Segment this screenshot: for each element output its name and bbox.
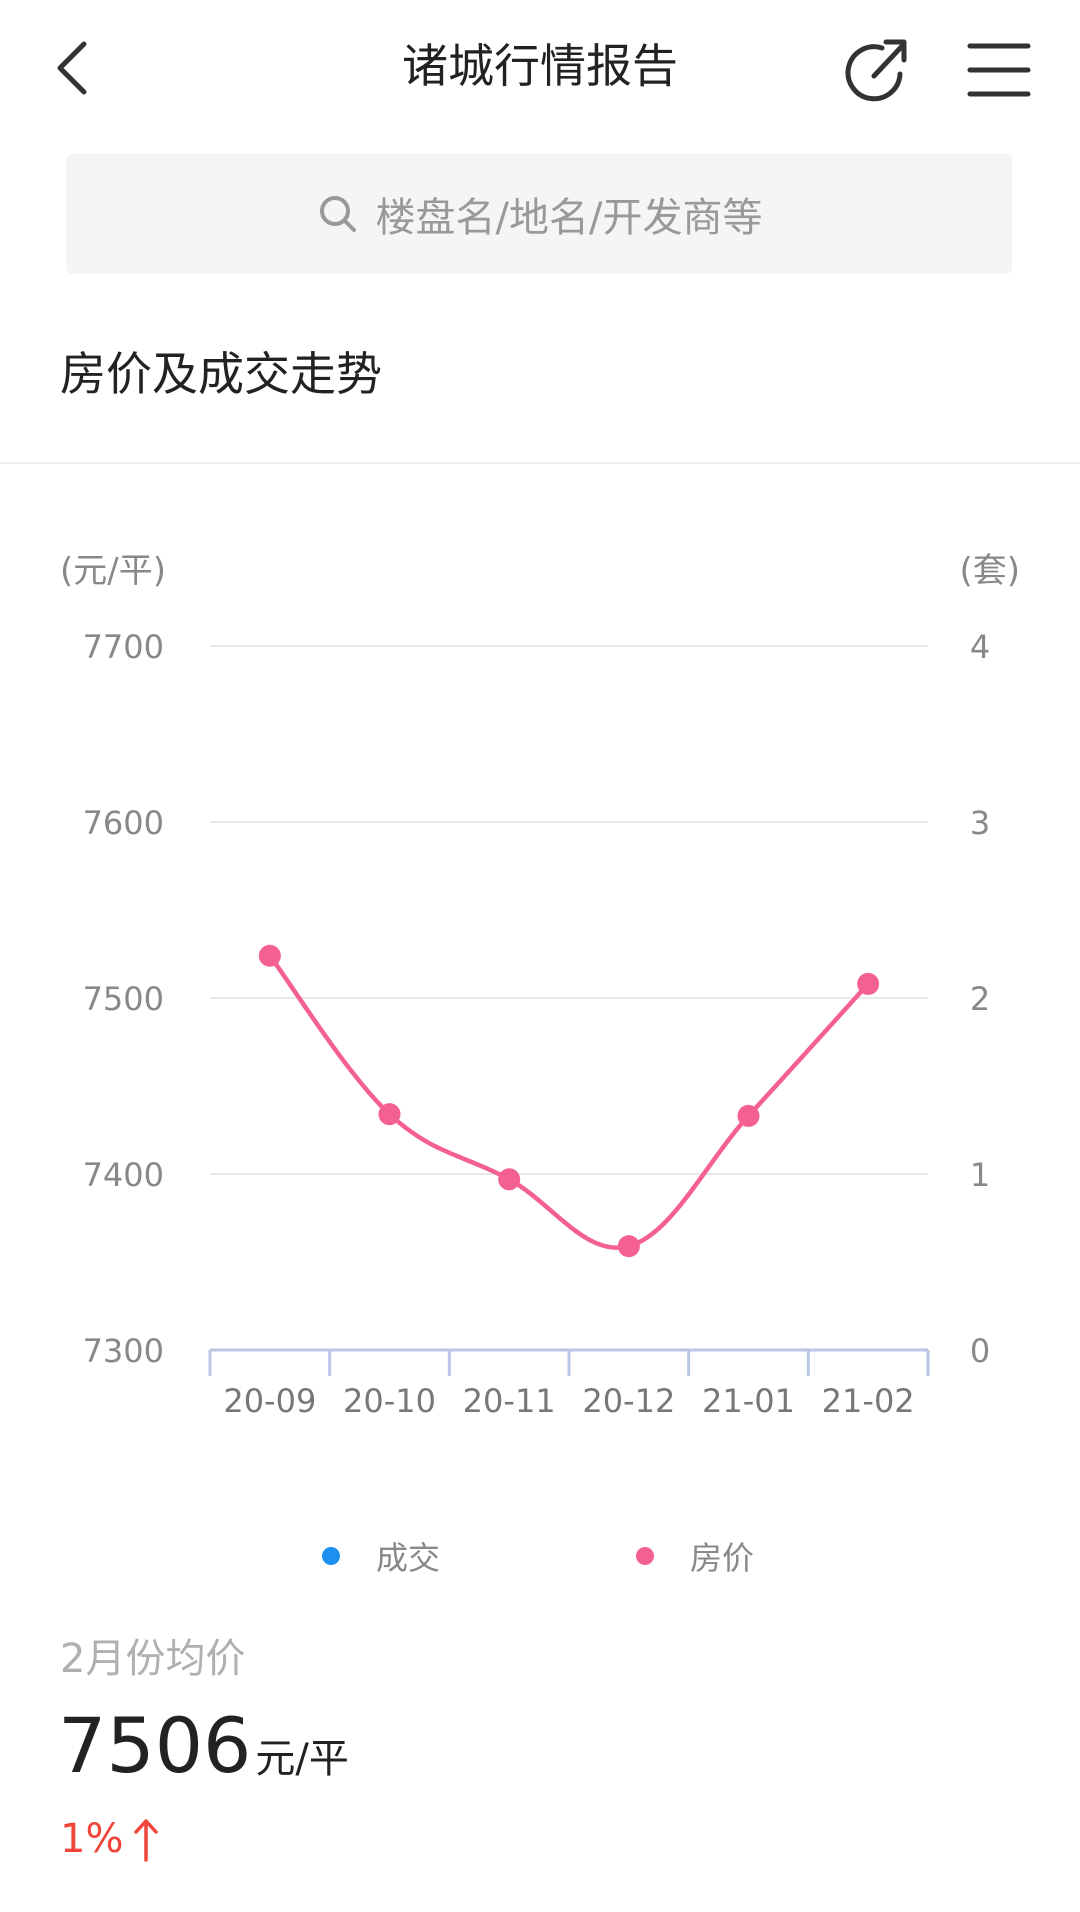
x-tick-label: 20-12 bbox=[582, 1382, 675, 1420]
chart-svg: (元/平) (套) 7700 4 7600 3 7500 2 7400 1 7300 0 20-09 20… bbox=[60, 551, 1020, 1420]
price-series-line bbox=[267, 953, 871, 1250]
share-button[interactable] bbox=[838, 30, 918, 110]
price-data-point bbox=[378, 1103, 401, 1126]
average-price-value: 7506 bbox=[58, 1701, 252, 1790]
legend-label-deals: 成交 bbox=[376, 1539, 441, 1577]
top-navigation-bar: 诸城行情报告 bbox=[0, 0, 1080, 136]
right-tick-label: 1 bbox=[970, 1156, 990, 1194]
section-title: 房价及成交走势 bbox=[60, 347, 382, 401]
menu-icon bbox=[967, 43, 1031, 97]
x-tick-label: 21-01 bbox=[702, 1382, 795, 1420]
share-icon bbox=[845, 39, 907, 102]
legend-item-deals[interactable]: 成交 bbox=[322, 1528, 440, 1584]
price-data-point bbox=[258, 944, 281, 967]
right-tick-label: 3 bbox=[970, 804, 990, 842]
search-placeholder: 楼盘名/地名/开发商等 bbox=[375, 195, 763, 241]
search-content: 楼盘名/地名/开发商等 bbox=[66, 154, 1012, 274]
search-input[interactable]: 楼盘名/地名/开发商等 bbox=[66, 154, 1012, 274]
left-tick-label: 7500 bbox=[83, 980, 164, 1018]
legend-dot-price bbox=[636, 1547, 654, 1565]
price-data-point bbox=[498, 1168, 521, 1191]
price-change-value: 1% bbox=[60, 1816, 124, 1862]
menu-button[interactable] bbox=[960, 32, 1036, 108]
price-trend-chart: (元/平) (套) 7700 4 7600 3 7500 2 7400 1 7300 0 20-09 20… bbox=[0, 540, 1080, 1540]
x-tick-label: 21-02 bbox=[822, 1382, 915, 1420]
divider bbox=[0, 462, 1080, 464]
right-tick-label: 0 bbox=[970, 1332, 990, 1370]
right-axis-unit: (套) bbox=[959, 551, 1020, 591]
x-tick-label: 20-11 bbox=[463, 1382, 556, 1420]
price-change: 1% bbox=[60, 1816, 159, 1862]
left-axis-unit: (元/平) bbox=[60, 551, 166, 591]
search-icon bbox=[319, 196, 356, 232]
right-tick-label: 4 bbox=[970, 628, 990, 666]
left-tick-label: 7400 bbox=[83, 1156, 164, 1194]
x-tick-label: 20-10 bbox=[343, 1382, 436, 1420]
chart-legend: 成交 房价 bbox=[0, 1528, 1080, 1584]
arrow-up-icon bbox=[134, 1819, 159, 1862]
left-tick-label: 7700 bbox=[83, 628, 164, 666]
average-price-row: 7506 元/平 bbox=[58, 1700, 349, 1792]
left-tick-label: 7300 bbox=[83, 1332, 164, 1370]
legend-dot-deals bbox=[322, 1547, 340, 1565]
back-button[interactable] bbox=[44, 30, 104, 106]
average-price-label: 2月份均价 bbox=[60, 1636, 246, 1682]
average-price-unit: 元/平 bbox=[255, 1736, 349, 1782]
page-title: 诸城行情报告 bbox=[402, 39, 678, 93]
price-data-point bbox=[737, 1104, 760, 1127]
legend-label-price: 房价 bbox=[690, 1539, 755, 1577]
price-data-point bbox=[857, 972, 880, 995]
chevron-left-icon bbox=[57, 41, 87, 95]
legend-item-price[interactable]: 房价 bbox=[636, 1528, 754, 1584]
price-data-point bbox=[617, 1235, 640, 1258]
right-tick-label: 2 bbox=[970, 980, 990, 1018]
x-tick-label: 20-09 bbox=[223, 1382, 316, 1420]
left-tick-label: 7600 bbox=[83, 804, 164, 842]
